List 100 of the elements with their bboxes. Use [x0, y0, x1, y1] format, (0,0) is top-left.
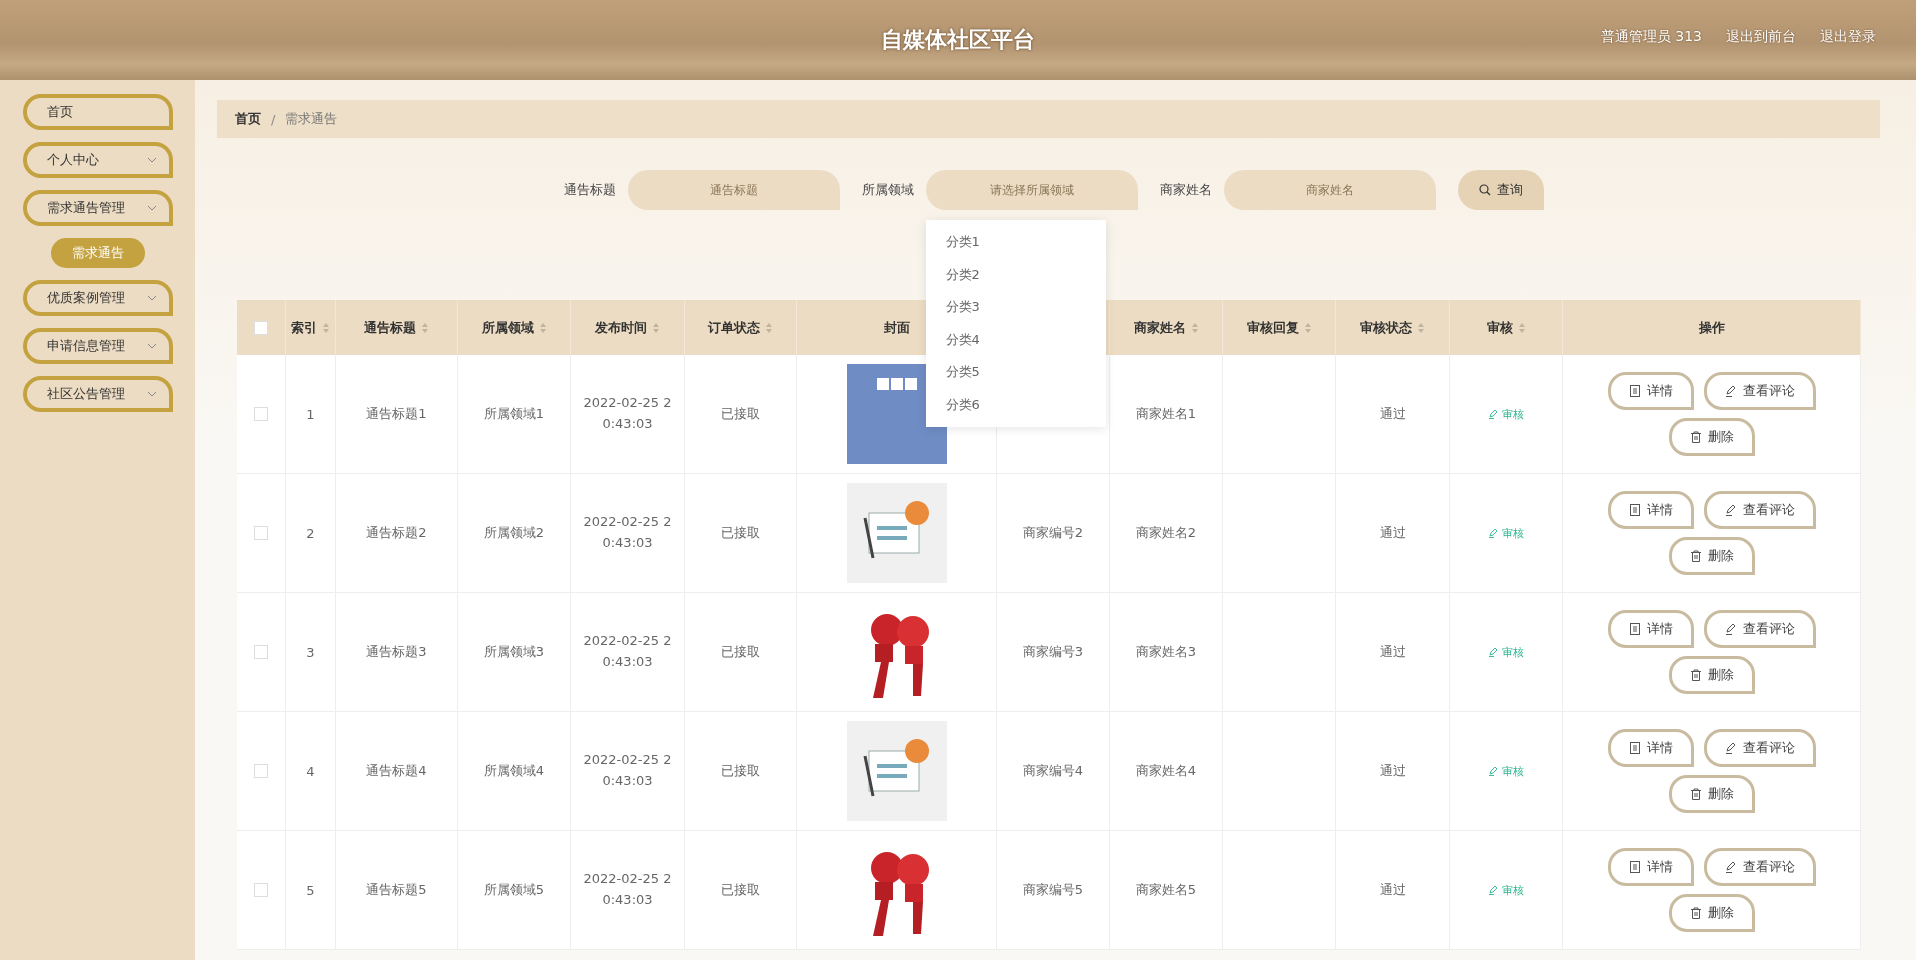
chevron-icon: [146, 295, 157, 301]
column-header: 封面: [883, 318, 910, 337]
action-button[interactable]: 删除: [1668, 656, 1755, 694]
checkbox[interactable]: [254, 645, 268, 659]
action-button[interactable]: 删除: [1668, 775, 1755, 813]
dropdown-option[interactable]: 分类5: [925, 356, 1106, 389]
document-icon: [1628, 385, 1641, 397]
action-button[interactable]: 删除: [1668, 418, 1755, 456]
table-cell: 所属领域4: [483, 762, 545, 780]
action-button[interactable]: 查看评论: [1703, 372, 1816, 410]
checkbox[interactable]: [254, 883, 268, 897]
table-cell-text: 2022-02-25 20:43:03: [582, 513, 673, 552]
action-button[interactable]: 查看评论: [1703, 491, 1816, 529]
sort-icon[interactable]: [322, 321, 330, 334]
input-field[interactable]: 通告标题: [627, 170, 840, 210]
table-cell: 通过: [1379, 643, 1406, 661]
sort-icon[interactable]: [1190, 321, 1199, 334]
table-cell: 已接取: [721, 762, 760, 780]
sort-icon[interactable]: [1517, 321, 1526, 334]
pencil-icon: [1488, 885, 1498, 895]
sort-icon[interactable]: [421, 321, 429, 334]
dropdown-option[interactable]: 分类4: [925, 323, 1106, 356]
column-header: 通告标题: [364, 318, 416, 337]
pencil-icon: [1488, 766, 1498, 776]
table-cell: 通过: [1379, 762, 1406, 780]
sidebar-item[interactable]: 需求通告管理: [22, 190, 173, 226]
document-icon: [1628, 623, 1641, 635]
pencil-icon: [1488, 647, 1498, 657]
dropdown-option[interactable]: 分类3: [925, 291, 1106, 324]
checkbox[interactable]: [254, 764, 268, 778]
action-button[interactable]: 详情: [1607, 372, 1694, 410]
sort-icon[interactable]: [538, 321, 547, 334]
table-cell: 通过: [1379, 524, 1406, 542]
table-cell: 商家姓名3: [1135, 643, 1197, 661]
search-button[interactable]: 查询: [1457, 170, 1544, 210]
action-button[interactable]: 详情: [1607, 491, 1694, 529]
action-button[interactable]: 详情: [1607, 729, 1694, 767]
action-button[interactable]: 删除: [1668, 537, 1755, 575]
sidebar-label: 需求通告管理: [46, 199, 125, 217]
document-icon: [1628, 742, 1641, 754]
table-cell-text: 2022-02-25 20:43:03: [582, 870, 673, 909]
action-button[interactable]: 删除: [1668, 894, 1755, 932]
table-cell: 通告标题3: [366, 643, 427, 661]
table-cell-text: 2022-02-25 20:43:03: [582, 394, 673, 433]
table-cell: 所属领域5: [483, 881, 545, 899]
table-cell: 商家姓名4: [1135, 762, 1197, 780]
sort-icon[interactable]: [652, 321, 660, 334]
sidebar-label: 申请信息管理: [46, 337, 125, 355]
select-field[interactable]: 请选择所属领域: [925, 170, 1138, 210]
site-title: 自媒体社区平台: [881, 26, 1035, 54]
document-icon: [1628, 504, 1641, 516]
dropdown-option[interactable]: 分类6: [925, 388, 1106, 421]
pencil-icon: [1488, 409, 1498, 419]
breadcrumb-item: 需求通告: [285, 110, 338, 128]
table-cell-text: 2022-02-25 20:43:03: [582, 632, 673, 671]
input-field[interactable]: 商家姓名: [1223, 170, 1436, 210]
column-header: 发布时间: [595, 318, 647, 337]
column-header: 商家姓名: [1133, 318, 1186, 337]
action-button[interactable]: 查看评论: [1703, 729, 1816, 767]
field-label: 通告标题: [563, 181, 616, 199]
checkbox[interactable]: [254, 526, 268, 540]
action-button[interactable]: 查看评论: [1703, 848, 1816, 886]
column-header: 审核状态: [1360, 318, 1412, 337]
pencil-icon: [1724, 861, 1737, 873]
sort-icon[interactable]: [765, 321, 773, 334]
sidebar-item[interactable]: 申请信息管理: [22, 328, 173, 364]
action-button[interactable]: 详情: [1607, 610, 1694, 648]
table-cell: 所属领域1: [483, 405, 545, 423]
table-cell: 商家姓名2: [1135, 524, 1197, 542]
pencil-icon: [1488, 528, 1498, 538]
sort-icon[interactable]: [1303, 321, 1312, 334]
table-cell: 通告标题4: [366, 762, 427, 780]
sidebar-item[interactable]: 个人中心: [22, 142, 173, 178]
trash-icon: [1689, 431, 1702, 443]
action-button[interactable]: 详情: [1607, 848, 1694, 886]
dropdown-option[interactable]: 分类2: [925, 258, 1106, 291]
sidebar-item[interactable]: 优质案例管理: [22, 280, 173, 316]
checkbox[interactable]: [254, 320, 268, 335]
chevron-icon: [146, 157, 157, 163]
sort-icon[interactable]: [1417, 321, 1425, 334]
table-cell: 1: [306, 406, 315, 422]
table-cell: 所属领域3: [483, 643, 545, 661]
sidebar-item[interactable]: 首页: [22, 94, 173, 130]
table-cell: 商家编号2: [1022, 524, 1084, 542]
document-icon: [1628, 861, 1641, 873]
pencil-icon: [1724, 504, 1737, 516]
pencil-icon: [1724, 623, 1737, 635]
table-cell: 所属领域2: [483, 524, 545, 542]
table-cell: 商家姓名5: [1135, 881, 1197, 899]
pencil-icon: [1724, 385, 1737, 397]
table-cell: 商家编号3: [1022, 643, 1084, 661]
breadcrumb-item[interactable]: 首页: [235, 110, 261, 128]
dropdown-option[interactable]: 分类1: [925, 226, 1106, 259]
chevron-icon: [146, 205, 157, 211]
checkbox[interactable]: [254, 407, 268, 421]
sidebar-item[interactable]: 社区公告管理: [22, 376, 173, 412]
sidebar-label: 首页: [46, 103, 73, 121]
column-header: 操作: [1698, 318, 1725, 337]
action-button[interactable]: 查看评论: [1703, 610, 1816, 648]
column-header: 订单状态: [708, 318, 760, 337]
